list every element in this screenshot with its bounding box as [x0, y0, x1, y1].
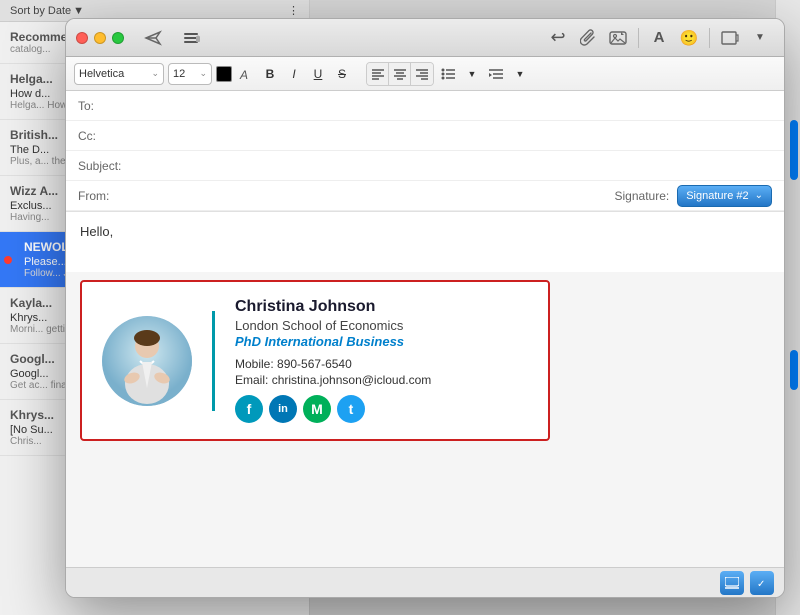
- signature-label: Signature:: [615, 189, 670, 203]
- from-label: From:: [78, 189, 148, 203]
- undo-icon[interactable]: ↩: [544, 26, 572, 50]
- email-label: Email:: [235, 373, 268, 387]
- subject-label: Subject:: [78, 159, 148, 173]
- more-icon[interactable]: ▼: [746, 26, 774, 50]
- list-format-button[interactable]: [438, 63, 458, 85]
- signature-school: London School of Economics: [235, 318, 528, 333]
- signature-avatar: [102, 316, 192, 406]
- sort-arrow[interactable]: ▼: [73, 5, 84, 17]
- font-name: Helvetica: [79, 68, 124, 80]
- underline-button[interactable]: U: [308, 63, 328, 85]
- list-controls: ⋮: [288, 4, 299, 17]
- to-input[interactable]: [148, 99, 772, 113]
- toolbar-group: ↩ A 🙂: [544, 26, 774, 50]
- signature-value: Signature #2: [686, 190, 748, 202]
- emoji-icon[interactable]: 🙂: [675, 26, 703, 50]
- mobile-label: Mobile:: [235, 357, 274, 371]
- subject-field-row: Subject:: [66, 151, 784, 181]
- toolbar-separator: [709, 28, 710, 48]
- indent-button[interactable]: [486, 63, 506, 85]
- cc-label: Cc:: [78, 129, 148, 143]
- scroll-bar[interactable]: [790, 120, 798, 180]
- italic-button[interactable]: I: [284, 63, 304, 85]
- toolbar-separator: [638, 28, 639, 48]
- list-icon[interactable]: [177, 26, 205, 50]
- signature-mobile: Mobile: 890-567-6540: [235, 357, 528, 371]
- font-dropdown-arrow: ⌄: [151, 68, 159, 79]
- signature-dropdown-arrow: ⌄: [755, 190, 763, 201]
- signature-email: Email: christina.johnson@icloud.com: [235, 373, 528, 387]
- sort-label[interactable]: Sort by Date: [10, 5, 71, 17]
- align-right-button[interactable]: [411, 63, 433, 85]
- maximize-button[interactable]: [112, 32, 124, 44]
- signature-degree: PhD International Business: [235, 334, 528, 349]
- from-field-row: From: Signature: Signature #2 ⌄: [66, 181, 784, 211]
- signature-card: Christina Johnson London School of Econo…: [80, 280, 550, 441]
- from-input[interactable]: [148, 189, 615, 203]
- cc-field-row: Cc:: [66, 121, 784, 151]
- indent-dropdown-button[interactable]: ▼: [510, 63, 530, 85]
- media-icon[interactable]: [716, 26, 744, 50]
- bottom-bar: ✓: [66, 567, 784, 597]
- facebook-icon[interactable]: f: [235, 395, 263, 423]
- greeting-text: Hello,: [80, 224, 113, 239]
- strikethrough-button[interactable]: S: [332, 63, 352, 85]
- svg-text:A: A: [239, 68, 248, 81]
- signature-divider: [212, 311, 215, 411]
- bottom-icon-1[interactable]: [720, 571, 744, 595]
- align-center-button[interactable]: [389, 63, 411, 85]
- to-field-row: To:: [66, 91, 784, 121]
- align-left-button[interactable]: [367, 63, 389, 85]
- bottom-icon-2[interactable]: ✓: [750, 571, 774, 595]
- photo-icon[interactable]: [604, 26, 632, 50]
- send-icon[interactable]: [139, 26, 167, 50]
- minimize-button[interactable]: [94, 32, 106, 44]
- linkedin-icon[interactable]: in: [269, 395, 297, 423]
- attach-icon[interactable]: [574, 26, 602, 50]
- cc-input[interactable]: [148, 129, 772, 143]
- twitter-icon[interactable]: t: [337, 395, 365, 423]
- signature-info: Christina Johnson London School of Econo…: [235, 298, 528, 423]
- font-size-arrow: ⌄: [199, 68, 207, 79]
- signature-name: Christina Johnson: [235, 298, 528, 316]
- font-icon[interactable]: A: [645, 26, 673, 50]
- close-button[interactable]: [76, 32, 88, 44]
- font-size-selector[interactable]: 12 ⌄: [168, 63, 212, 85]
- font-size-value: 12: [173, 68, 185, 80]
- email-value: christina.johnson@icloud.com: [272, 373, 432, 387]
- mobile-value: 890-567-6540: [277, 357, 352, 371]
- title-bar: ↩ A 🙂: [66, 19, 784, 57]
- font-selector[interactable]: Helvetica ⌄: [74, 63, 164, 85]
- signature-selector[interactable]: Signature #2 ⌄: [677, 185, 772, 207]
- scroll-bar-2[interactable]: [790, 350, 798, 390]
- align-group: [366, 62, 434, 86]
- header-fields: To: Cc: Subject: From: Signature: Signat…: [66, 91, 784, 212]
- signature-social: f in M t: [235, 395, 528, 423]
- subject-input[interactable]: [148, 159, 772, 173]
- medium-icon[interactable]: M: [303, 395, 331, 423]
- email-body[interactable]: Hello,: [66, 212, 784, 272]
- compose-window: ↩ A 🙂: [65, 18, 785, 598]
- svg-text:✓: ✓: [757, 579, 765, 589]
- to-label: To:: [78, 99, 148, 113]
- format-bar: Helvetica ⌄ 12 ⌄ A B I U S: [66, 57, 784, 91]
- list-dropdown-button[interactable]: ▼: [462, 63, 482, 85]
- auto-font-button[interactable]: A: [236, 63, 256, 85]
- text-color-swatch[interactable]: [216, 66, 232, 82]
- bold-button[interactable]: B: [260, 63, 280, 85]
- traffic-lights: [76, 32, 124, 44]
